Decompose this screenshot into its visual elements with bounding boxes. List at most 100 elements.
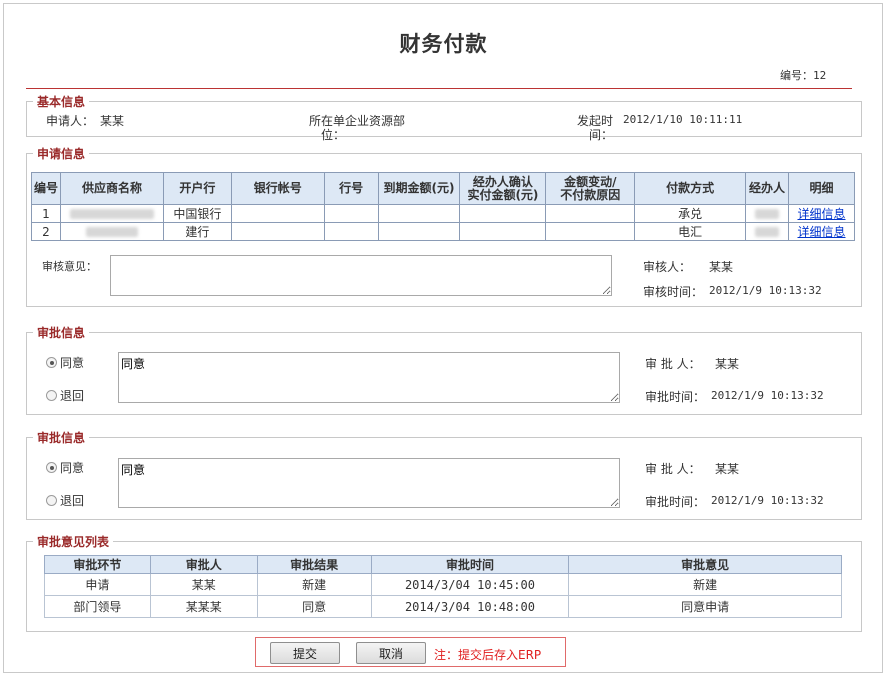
approver-label: 审 批 人： <box>645 462 701 476</box>
agree-radio[interactable]: 同意 <box>46 354 84 371</box>
handler-redacted <box>745 222 790 241</box>
row-number: 2 <box>31 222 61 241</box>
reviewer-label: 审核人： <box>643 260 692 274</box>
approval-legend: 审批信息 <box>37 431 86 445</box>
col-header: 审批意见 <box>568 555 842 574</box>
col-header: 审批时间 <box>370 555 570 574</box>
table-row: 1 中国银行 承兑 详细信息 <box>31 204 855 223</box>
change-reason-cell <box>545 222 636 241</box>
approver-value: 某某 <box>715 357 740 371</box>
detail-link[interactable]: 详细信息 <box>798 207 846 221</box>
detail-cell: 详细信息 <box>788 204 855 223</box>
col-header: 经办人确认 实付金额(元) <box>459 172 547 205</box>
supplier-name-redacted <box>59 204 164 223</box>
bank-code-cell <box>323 222 379 241</box>
approver-cell: 某某某 <box>149 595 258 618</box>
opinion-list-header: 审批环节 审批人 审批结果 审批时间 审批意见 <box>44 555 842 574</box>
detail-link[interactable]: 详细信息 <box>798 225 846 239</box>
table-row: 2 建行 电汇 详细信息 <box>31 222 855 241</box>
reject-label: 退回 <box>60 389 85 403</box>
bank-cell: 建行 <box>162 222 232 241</box>
opinion-cell: 新建 <box>568 573 842 596</box>
stage-cell: 部门领导 <box>44 595 151 618</box>
apply-table-header: 编号 供应商名称 开户行 银行帐号 行号 到期金额(元) 经办人确认 实付金额(… <box>31 172 855 205</box>
bank-cell: 中国银行 <box>162 204 232 223</box>
review-opinion-input[interactable] <box>110 255 612 296</box>
stage-cell: 申请 <box>44 573 151 596</box>
approval-opinion-input[interactable] <box>118 458 620 508</box>
apply-table: 编号 供应商名称 开户行 银行帐号 行号 到期金额(元) 经办人确认 实付金额(… <box>31 172 855 241</box>
col-header: 银行帐号 <box>230 172 325 205</box>
time-cell: 2014/3/04 10:48:00 <box>370 595 570 618</box>
account-cell <box>230 204 325 223</box>
start-time-value: 2012/1/10 10:11:11 <box>623 113 743 126</box>
title-divider <box>26 88 852 89</box>
submit-button[interactable]: 提交 <box>270 642 340 664</box>
col-header: 付款方式 <box>634 172 747 205</box>
radio-selected-icon <box>46 357 57 368</box>
table-row: 申请 某某 新建 2014/3/04 10:45:00 新建 <box>44 573 842 596</box>
col-header: 编号 <box>31 172 61 205</box>
unit-label-line2: 位： <box>321 128 346 142</box>
radio-selected-icon <box>46 462 57 473</box>
col-header: 审批环节 <box>44 555 151 574</box>
apply-info-legend: 申请信息 <box>37 147 86 161</box>
opinion-list-legend: 审批意见列表 <box>37 535 110 549</box>
approver-cell: 某某 <box>149 573 258 596</box>
applicant-label: 申请人： <box>46 114 95 128</box>
col-header: 供应商名称 <box>59 172 164 205</box>
basic-info-legend: 基本信息 <box>37 95 86 109</box>
unit-value: 企业资源部 <box>345 114 406 128</box>
reviewer-value: 某某 <box>709 260 734 274</box>
reject-radio[interactable]: 退回 <box>46 492 84 509</box>
due-amount-cell <box>377 222 461 241</box>
reject-label: 退回 <box>60 494 85 508</box>
radio-unselected-icon <box>46 390 57 401</box>
handler-redacted <box>745 204 790 223</box>
due-amount-cell <box>377 204 461 223</box>
approval-legend: 审批信息 <box>37 326 86 340</box>
approver-label: 审 批 人： <box>645 357 701 371</box>
review-time-value: 2012/1/9 10:13:32 <box>709 284 822 297</box>
action-bar: 提交 取消 注：提交后存入ERP <box>255 637 566 667</box>
col-header: 行号 <box>323 172 379 205</box>
paid-amount-cell <box>459 204 547 223</box>
row-number: 1 <box>31 204 61 223</box>
approval-time-label: 审批时间： <box>645 495 706 509</box>
agree-label: 同意 <box>60 356 85 370</box>
col-header: 到期金额(元) <box>377 172 461 205</box>
col-header: 审批人 <box>149 555 258 574</box>
result-cell: 新建 <box>256 573 372 596</box>
col-header: 经办人 <box>745 172 790 205</box>
start-time-label-line2: 间： <box>589 128 614 142</box>
review-opinion-label: 审核意见： <box>42 260 97 273</box>
bank-code-cell <box>323 204 379 223</box>
reject-radio[interactable]: 退回 <box>46 387 84 404</box>
detail-cell: 详细信息 <box>788 222 855 241</box>
agree-radio[interactable]: 同意 <box>46 459 84 476</box>
supplier-name-redacted <box>59 222 164 241</box>
radio-unselected-icon <box>46 495 57 506</box>
cancel-button[interactable]: 取消 <box>356 642 426 664</box>
page-title: 财务付款 <box>399 32 488 56</box>
approver-value: 某某 <box>715 462 740 476</box>
change-reason-cell <box>545 204 636 223</box>
agree-label: 同意 <box>60 461 85 475</box>
opinion-cell: 同意申请 <box>568 595 842 618</box>
account-cell <box>230 222 325 241</box>
col-header: 开户行 <box>162 172 232 205</box>
approval-time-label: 审批时间： <box>645 390 706 404</box>
pay-method-cell: 承兑 <box>634 204 747 223</box>
opinion-list-table: 审批环节 审批人 审批结果 审批时间 审批意见 申请 某某 新建 2014/3/… <box>44 555 842 618</box>
col-header: 金额变动/ 不付款原因 <box>545 172 636 205</box>
serial-number: 编号：12 <box>780 69 827 82</box>
col-header: 审批结果 <box>256 555 372 574</box>
submit-note: 注：提交后存入ERP <box>434 648 542 662</box>
table-row: 部门领导 某某某 同意 2014/3/04 10:48:00 同意申请 <box>44 595 842 618</box>
col-header: 明细 <box>788 172 855 205</box>
pay-method-cell: 电汇 <box>634 222 747 241</box>
review-time-label: 审核时间： <box>643 285 704 299</box>
applicant-value: 某某 <box>100 114 125 128</box>
approval-opinion-input[interactable] <box>118 352 620 403</box>
paid-amount-cell <box>459 222 547 241</box>
